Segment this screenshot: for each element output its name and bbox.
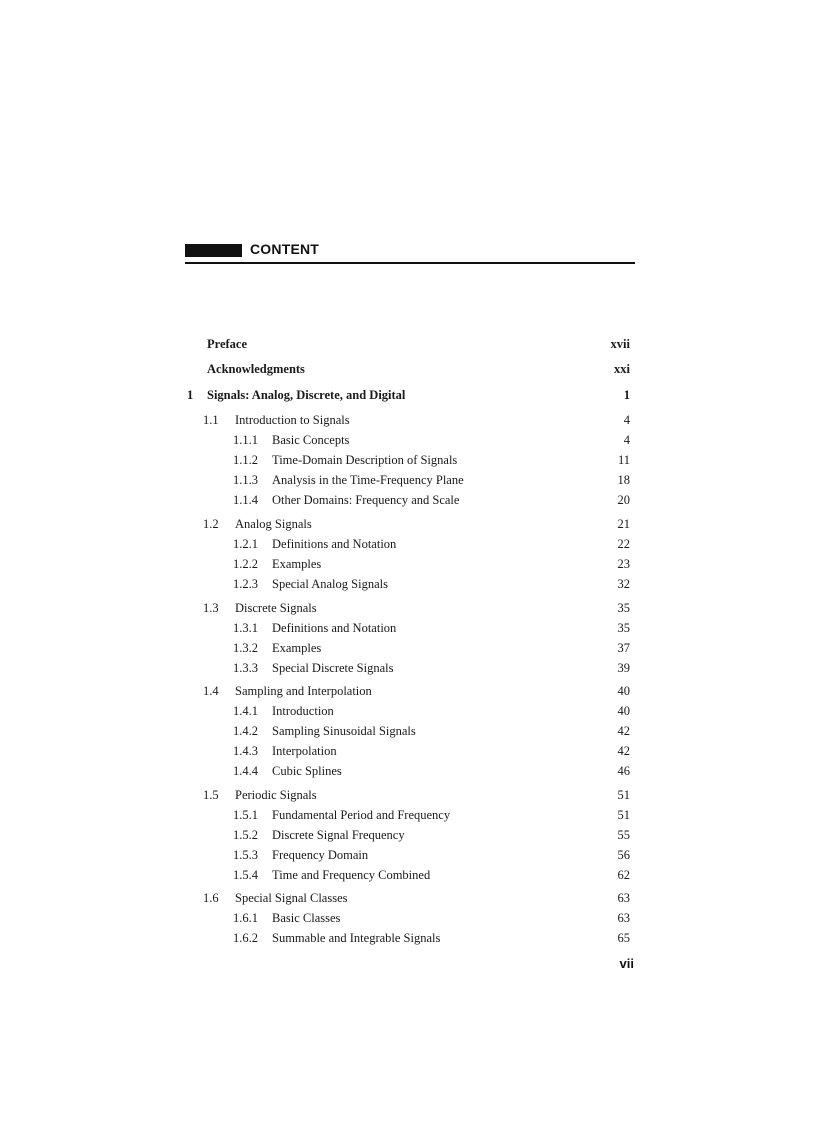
page-title: CONTENT (250, 241, 320, 257)
toc-entry-number: 1.2.1 (233, 537, 258, 551)
toc-entry-number: 1.6.2 (233, 931, 258, 945)
toc-entry-number: 1.5.4 (233, 868, 258, 882)
toc-entry-number: 1.3 (203, 601, 219, 615)
toc-entry-title: Frequency Domain (272, 848, 369, 862)
toc-entry-page: 40 (617, 704, 631, 718)
toc-entry-page: xvii (610, 337, 630, 351)
toc-entry-page: 62 (617, 868, 631, 882)
toc-entry-number: 1.5.1 (233, 808, 258, 822)
toc-entry-number: 1.3.1 (233, 621, 258, 635)
toc-entry-title: Examples (272, 641, 322, 655)
header-bar-decoration (185, 244, 242, 257)
toc-entry-title: Other Domains: Frequency and Scale (272, 493, 460, 507)
toc-entry-page: 51 (617, 808, 631, 822)
toc-entry-number: 1.5.2 (233, 828, 258, 842)
toc-entry-title: Analysis in the Time-Frequency Plane (272, 473, 464, 487)
toc-entry-title: Discrete Signals (235, 601, 317, 615)
toc-entry-page: 32 (617, 577, 631, 591)
toc-entry-page: 63 (617, 891, 631, 905)
toc-entry-title: Definitions and Notation (272, 537, 397, 551)
toc-entry-number: 1.2.2 (233, 557, 258, 571)
toc-entry-page: 56 (617, 848, 631, 862)
toc-entry-title: Preface (207, 337, 248, 351)
toc-entry-number: 1.1 (203, 413, 219, 427)
toc-entry-page: 20 (617, 493, 631, 507)
toc-entry-page: 23 (617, 557, 631, 571)
toc-entry-number: 1.3.3 (233, 661, 258, 675)
toc-entry-title: Introduction (272, 704, 334, 718)
toc-entry-title: Fundamental Period and Frequency (272, 808, 451, 822)
toc-entry-page: 51 (617, 788, 631, 802)
toc-entry-page: 46 (617, 764, 631, 778)
toc-entry-number: 1.6.1 (233, 911, 258, 925)
toc-entry-title: Special Signal Classes (235, 891, 348, 905)
toc-entry-title: Examples (272, 557, 322, 571)
toc-entry-page: 35 (617, 601, 631, 615)
toc-entry-page: 42 (617, 724, 631, 738)
toc-entry-page: 39 (617, 661, 631, 675)
toc-entry-title: Sampling and Interpolation (235, 684, 372, 698)
toc-entry-page: 1 (623, 388, 630, 402)
toc-entry-page: 40 (617, 684, 631, 698)
toc-entry-number: 1.1.1 (233, 433, 258, 447)
toc-entry-number: 1 (187, 388, 194, 402)
toc-entry-title: Time-Domain Description of Signals (272, 453, 458, 467)
toc-entry-title: Definitions and Notation (272, 621, 397, 635)
header-rule (185, 262, 635, 264)
toc-entry-title: Periodic Signals (235, 788, 317, 802)
toc-entry-number: 1.6 (203, 891, 219, 905)
toc-entry-page: 4 (623, 433, 630, 447)
toc-entry-page: xxi (614, 362, 630, 376)
toc-entry-number: 1.2 (203, 517, 219, 531)
toc-entry-number: 1.4 (203, 684, 219, 698)
toc-entry-page: 37 (617, 641, 631, 655)
toc-entry-page: 35 (617, 621, 631, 635)
toc-entry-title: Analog Signals (235, 517, 312, 531)
toc-entry-title: Special Discrete Signals (272, 661, 394, 675)
toc-entry-number: 1.2.3 (233, 577, 258, 591)
toc-entry-title: Sampling Sinusoidal Signals (272, 724, 416, 738)
toc-entry-number: 1.4.2 (233, 724, 258, 738)
page-number: vii (619, 956, 634, 971)
toc-entry-page: 18 (617, 473, 631, 487)
toc-entry-title: Summable and Integrable Signals (272, 931, 441, 945)
toc-entry-number: 1.4.4 (233, 764, 258, 778)
toc-entry-page: 65 (617, 931, 631, 945)
toc-entry-number: 1.4.3 (233, 744, 258, 758)
toc-entry-title: Interpolation (272, 744, 337, 758)
toc-entry-page: 22 (617, 537, 631, 551)
toc-entry-number: 1.1.2 (233, 453, 258, 467)
toc-entry-page: 63 (617, 911, 631, 925)
toc-entry-page: 11 (617, 453, 630, 467)
toc-entry-page: 55 (617, 828, 631, 842)
toc-entry-page: 4 (623, 413, 630, 427)
toc-entry-number: 1.1.4 (233, 493, 258, 507)
toc-entry-number: 1.5 (203, 788, 219, 802)
toc-entry-title: Basic Classes (272, 911, 341, 925)
toc-entry-title: Introduction to Signals (235, 413, 350, 427)
toc-entry-title: Signals: Analog, Discrete, and Digital (207, 388, 406, 402)
toc-entry-title: Basic Concepts (272, 433, 350, 447)
toc-entry-title: Acknowledgments (207, 362, 305, 376)
toc-entry-page: 42 (617, 744, 631, 758)
toc-entry-number: 1.1.3 (233, 473, 258, 487)
toc-entry-title: Discrete Signal Frequency (272, 828, 405, 842)
toc-entry-page: 21 (617, 517, 631, 531)
toc-entry-number: 1.5.3 (233, 848, 258, 862)
toc-entry-number: 1.4.1 (233, 704, 258, 718)
toc-entry-number: 1.3.2 (233, 641, 258, 655)
toc-entry-title: Special Analog Signals (272, 577, 388, 591)
toc-entry-title: Time and Frequency Combined (272, 868, 431, 882)
toc-entry-title: Cubic Splines (272, 764, 342, 778)
